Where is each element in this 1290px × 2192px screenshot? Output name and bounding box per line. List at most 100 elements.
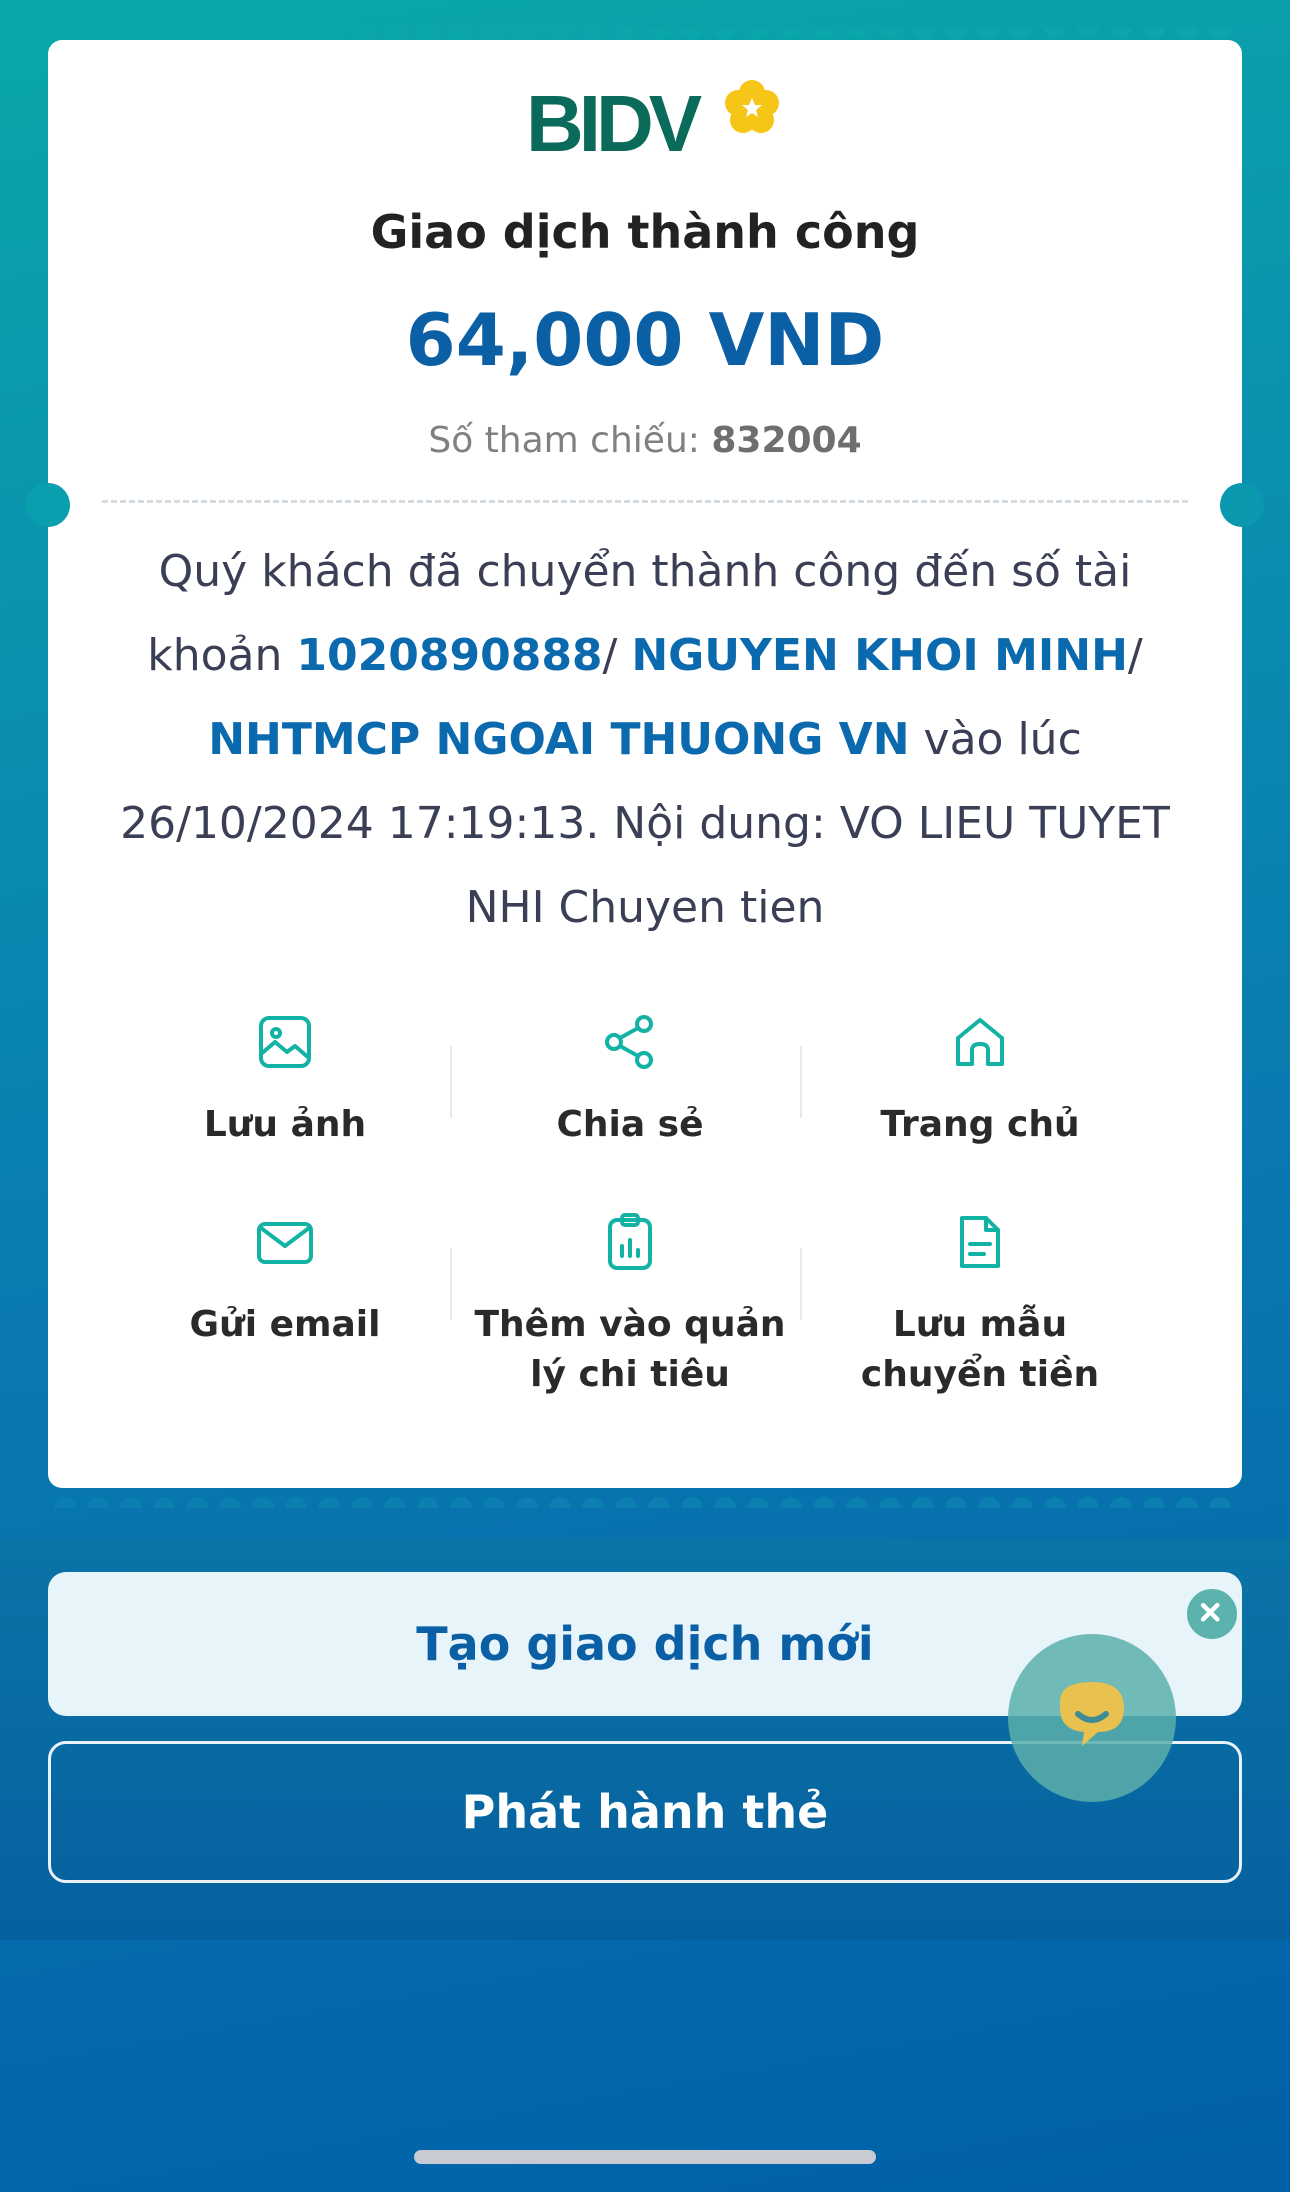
ticket-scallop [516,1497,538,1508]
ticket-scallop [615,28,637,39]
ticket-scallop [1044,28,1066,39]
ticket-scallop [417,1497,439,1508]
ticket-scallop [1110,28,1132,39]
ticket-scallop [1110,1497,1132,1508]
ticket-scallop [450,28,472,39]
ticket-scallop [153,1497,175,1508]
ticket-scallop [285,1497,307,1508]
ticket-edge-bottom [48,1476,1242,1508]
ticket-scallop [186,28,208,39]
ticket-scallop [879,28,901,39]
ticket-scallop [912,1497,934,1508]
ticket-scallop [714,1497,736,1508]
ticket-scallop [780,28,802,39]
ticket-scallop [54,1497,76,1508]
chat-assistant-button[interactable] [1008,1634,1176,1802]
add-to-spending-label: Thêm vào quản lý chi tiêu [474,1304,786,1395]
ticket-scallop [153,28,175,39]
action-separator [800,1046,802,1118]
ticket-scallop [417,28,439,39]
ticket-scallop [582,1497,604,1508]
save-image-button[interactable]: Lưu ảnh [120,1010,450,1150]
add-to-spending-button[interactable]: Thêm vào quản lý chi tiêu [465,1210,795,1400]
share-icon [605,1015,653,1069]
save-image-label: Lưu ảnh [203,1104,367,1145]
home-indicator [414,2150,876,2164]
save-template-label: Lưu mẫu chuyển tiền [860,1304,1100,1395]
ticket-scallop [1143,1497,1165,1508]
send-email-button[interactable]: Gửi email [120,1210,450,1350]
ticket-scallop [87,28,109,39]
ticket-scallop [120,28,142,39]
ticket-scallop [1044,1497,1066,1508]
ticket-scallop [549,1497,571,1508]
ticket-scallop [912,28,934,39]
ticket-scallop [582,28,604,39]
chat-icon [1060,1682,1124,1746]
ticket-scallop [1143,28,1165,39]
ticket-scallop [615,1497,637,1508]
action-separator [800,1248,802,1320]
ticket-scallop [318,1497,340,1508]
ticket-edge-top [48,28,1242,60]
ticket-scallop [252,28,274,39]
document-icon [960,1216,1000,1268]
ticket-scallop [978,28,1000,39]
home-label: Trang chủ [880,1104,1080,1145]
ticket-scallop [846,1497,868,1508]
ticket-scallop [120,1497,142,1508]
ticket-scallop [516,28,538,39]
ticket-scallop [681,1497,703,1508]
ticket-scallop [54,28,76,39]
action-separator [450,1248,452,1320]
ticket-scallop [846,28,868,39]
ticket-notch-left [26,483,70,527]
ticket-scallop [747,1497,769,1508]
ticket-scallop [351,1497,373,1508]
message-separator-2: / [1127,630,1143,681]
transfer-message: Quý khách đã chuyển thành công đến số tà… [90,530,1200,950]
ticket-scallop [1077,28,1099,39]
ticket-scallop [318,28,340,39]
ticket-scallop [285,28,307,39]
share-label: Chia sẻ [556,1104,704,1145]
ticket-scallop [219,1497,241,1508]
reference-label: Số tham chiếu: [428,420,700,461]
send-email-label: Gửi email [189,1304,381,1345]
ticket-scallop [351,28,373,39]
ticket-divider [102,500,1188,503]
home-button[interactable]: Trang chủ [815,1010,1145,1150]
ticket-scallop [87,1497,109,1508]
ticket-scallop [978,1497,1000,1508]
ticket-scallop [1011,28,1033,39]
save-template-button[interactable]: Lưu mẫu chuyển tiền [815,1210,1145,1400]
chat-close-button[interactable] [1184,1586,1240,1642]
ticket-scallop [879,1497,901,1508]
close-icon [1200,1602,1220,1622]
ticket-scallop [549,28,571,39]
ticket-scallop [648,28,670,39]
ticket-scallop [450,1497,472,1508]
ticket-scallop [1209,28,1231,39]
ticket-scallop [384,28,406,39]
home-icon [956,1018,1004,1066]
ticket-scallop [780,1497,802,1508]
account-number: 1020890888 [296,630,603,681]
clipboard-chart-icon [608,1213,652,1270]
ticket-scallop [483,1497,505,1508]
ticket-scallop [1209,1497,1231,1508]
ticket-scallop [219,28,241,39]
share-button[interactable]: Chia sẻ [465,1010,795,1150]
recipient-bank: NHTMCP NGOAI THUONG VN [208,714,910,765]
ticket-scallop [813,28,835,39]
ticket-scallop [384,1497,406,1508]
status-title: Giao dịch thành công [370,205,920,259]
bidv-logo-text: BIDV [526,79,702,168]
ticket-scallop [1176,28,1198,39]
action-separator [450,1046,452,1118]
ticket-scallop [813,1497,835,1508]
ticket-notch-right [1220,483,1264,527]
mail-icon [257,1222,313,1264]
ticket-scallop [186,1497,208,1508]
ticket-scallop [1176,1497,1198,1508]
